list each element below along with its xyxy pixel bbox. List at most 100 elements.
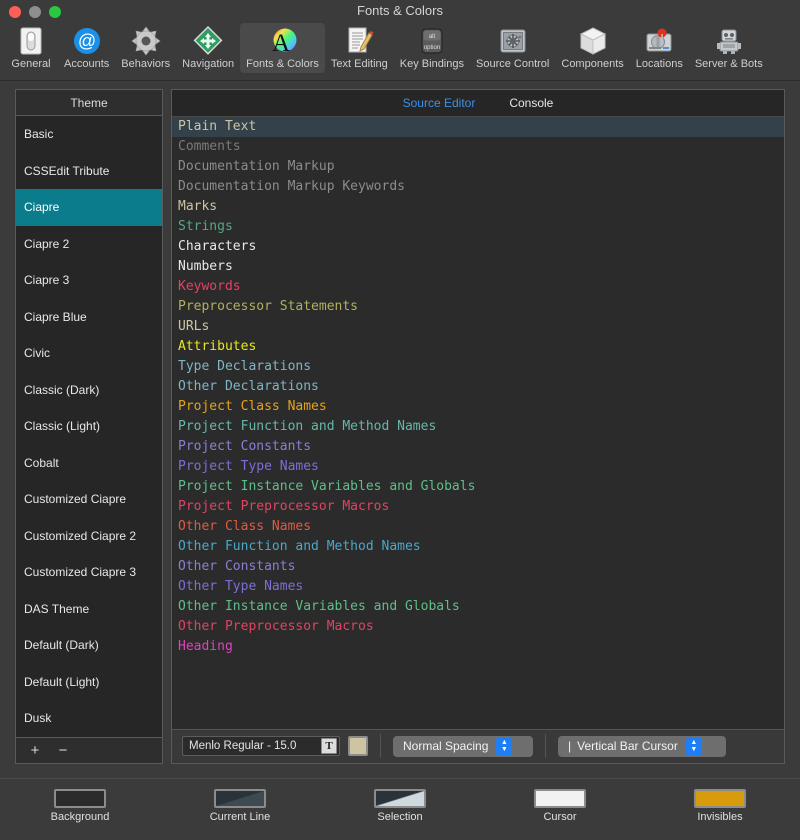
theme-list-item[interactable]: Ciapre Blue <box>16 299 162 336</box>
toolbar-item-key-bindings[interactable]: alt option Key Bindings <box>394 23 470 73</box>
syntax-category-row[interactable]: Project Preprocessor Macros <box>172 497 784 517</box>
option-key-icon: alt option <box>416 25 448 57</box>
preferences-body: Theme Basic CSSEdit Tribute Ciapre Ciapre 2… <box>0 81 800 778</box>
syntax-category-row[interactable]: Other Instance Variables and Globals <box>172 597 784 617</box>
syntax-category-row[interactable]: URLs <box>172 317 784 337</box>
svg-text:alt: alt <box>429 34 436 40</box>
theme-list-item[interactable]: Cobalt <box>16 445 162 482</box>
syntax-category-row[interactable]: Preprocessor Statements <box>172 297 784 317</box>
theme-list[interactable]: Basic CSSEdit Tribute Ciapre Ciapre 2 Ciapre… <box>16 116 162 737</box>
cursor-style-select[interactable]: | Vertical Bar Cursor ▲ ▼ <box>558 735 726 757</box>
syntax-category-row[interactable]: Strings <box>172 217 784 237</box>
theme-list-item-label: Default (Light) <box>24 674 100 689</box>
divider <box>545 734 546 758</box>
theme-list-item[interactable]: Ciapre <box>16 189 162 226</box>
syntax-category-row[interactable]: Other Declarations <box>172 377 784 397</box>
toolbar-item-navigation[interactable]: Navigation <box>176 23 240 73</box>
foreground-color-swatch[interactable] <box>348 736 368 756</box>
toolbar-item-fonts-colors[interactable]: A Fonts & Colors <box>240 23 325 73</box>
syntax-category-row[interactable]: Other Function and Method Names <box>172 537 784 557</box>
syntax-category-row[interactable]: Other Preprocessor Macros <box>172 617 784 637</box>
theme-list-item-label: Ciapre <box>24 200 60 215</box>
gear-icon <box>130 25 162 57</box>
syntax-category-list[interactable]: Plain Text Comments Documentation Markup Do… <box>172 117 784 729</box>
syntax-category-row[interactable]: Plain Text <box>172 117 784 137</box>
font-field[interactable]: Menlo Regular - 15.0 T <box>182 736 340 756</box>
syntax-category-row[interactable]: Characters <box>172 237 784 257</box>
swatch-cell: Invisibles <box>640 788 800 823</box>
theme-list-item[interactable]: Default (Light) <box>16 664 162 701</box>
theme-list-item[interactable]: Civic <box>16 335 162 372</box>
theme-list-item[interactable]: Classic (Light) <box>16 408 162 445</box>
syntax-category-row[interactable]: Documentation Markup Keywords <box>172 177 784 197</box>
syntax-category-row[interactable]: Marks <box>172 197 784 217</box>
swatch-cell: Cursor <box>480 788 640 823</box>
font-picker-icon[interactable]: T <box>321 738 337 754</box>
syntax-category-row[interactable]: Comments <box>172 137 784 157</box>
toolbar-item-label: Source Control <box>476 58 550 70</box>
theme-list-item[interactable]: Ciapre 2 <box>16 226 162 263</box>
syntax-category-row[interactable]: Project Class Names <box>172 397 784 417</box>
theme-list-item[interactable]: Customized Ciapre 3 <box>16 554 162 591</box>
current-line-swatch[interactable] <box>214 788 266 808</box>
toolbar-item-server-bots[interactable]: Server & Bots <box>689 23 769 73</box>
syntax-category-row[interactable]: Other Constants <box>172 557 784 577</box>
toolbar-item-accounts[interactable]: @ Accounts <box>58 23 115 73</box>
swatch-label: Background <box>50 810 110 823</box>
syntax-category-row[interactable]: Keywords <box>172 277 784 297</box>
toolbar-item-label: Components <box>561 58 624 70</box>
swatch-label: Cursor <box>543 810 577 823</box>
syntax-category-row[interactable]: Project Instance Variables and Globals <box>172 477 784 497</box>
selection-swatch[interactable] <box>374 788 426 808</box>
toolbar-item-label: Text Editing <box>330 58 388 70</box>
theme-list-item[interactable]: DAS Theme <box>16 591 162 628</box>
theme-list-item[interactable]: Default (Dark) <box>16 627 162 664</box>
toolbar-item-locations[interactable]: Locations <box>630 23 689 73</box>
syntax-category-row[interactable]: Other Type Names <box>172 577 784 597</box>
toolbar-item-general[interactable]: General <box>4 23 58 73</box>
theme-list-item-label: Ciapre Blue <box>24 309 87 324</box>
theme-column-header: Theme <box>16 90 162 116</box>
theme-list-item[interactable]: CSSEdit Tribute <box>16 153 162 190</box>
theme-list-item[interactable]: Ciapre 3 <box>16 262 162 299</box>
syntax-category-row[interactable]: Type Declarations <box>172 357 784 377</box>
tab-console[interactable]: Console <box>509 96 553 110</box>
switch-icon <box>15 25 47 57</box>
syntax-category-row[interactable]: Attributes <box>172 337 784 357</box>
syntax-category-row[interactable]: Other Class Names <box>172 517 784 537</box>
safe-vault-icon <box>497 25 529 57</box>
invisibles-swatch[interactable] <box>694 788 746 808</box>
theme-list-item[interactable]: Dusk <box>16 700 162 737</box>
theme-list-item[interactable]: Customized Ciapre <box>16 481 162 518</box>
syntax-category-row[interactable]: Heading <box>172 637 784 657</box>
syntax-category-row[interactable]: Project Type Names <box>172 457 784 477</box>
toolbar-item-text-editing[interactable]: Text Editing <box>325 23 394 73</box>
syntax-category-row[interactable]: Documentation Markup <box>172 157 784 177</box>
hard-drive-pin-icon <box>643 25 675 57</box>
remove-theme-button[interactable]: − <box>56 743 70 758</box>
add-theme-button[interactable]: + <box>28 743 42 758</box>
background-swatch[interactable] <box>54 788 106 808</box>
cursor-swatch[interactable] <box>534 788 586 808</box>
toolbar-item-source-control[interactable]: Source Control <box>470 23 555 73</box>
swatch-cell: Selection <box>320 788 480 823</box>
divider <box>380 734 381 758</box>
toolbar-item-components[interactable]: Components <box>555 23 629 73</box>
tab-source-editor[interactable]: Source Editor <box>403 96 476 110</box>
toolbar-item-behaviors[interactable]: Behaviors <box>115 23 176 73</box>
syntax-category-row[interactable]: Project Constants <box>172 437 784 457</box>
cursor-bar-icon: | <box>568 739 572 753</box>
syntax-category-row[interactable]: Project Function and Method Names <box>172 417 784 437</box>
swatch-label: Current Line <box>209 810 271 823</box>
theme-list-item-label: Classic (Light) <box>24 419 101 434</box>
theme-list-item[interactable]: Classic (Dark) <box>16 372 162 409</box>
theme-list-item[interactable]: Basic <box>16 116 162 153</box>
line-spacing-select[interactable]: Normal Spacing ▲ ▼ <box>393 735 533 757</box>
theme-list-item[interactable]: Customized Ciapre 2 <box>16 518 162 555</box>
theme-panel: Theme Basic CSSEdit Tribute Ciapre Ciapre 2… <box>15 89 163 764</box>
cube-icon <box>577 25 609 57</box>
syntax-category-row[interactable]: Numbers <box>172 257 784 277</box>
theme-list-item-label: Ciapre 3 <box>24 273 70 288</box>
font-settings-bar: Menlo Regular - 15.0 T Normal Spacing ▲ ▼… <box>172 728 784 763</box>
line-spacing-value: Normal Spacing <box>403 739 489 753</box>
